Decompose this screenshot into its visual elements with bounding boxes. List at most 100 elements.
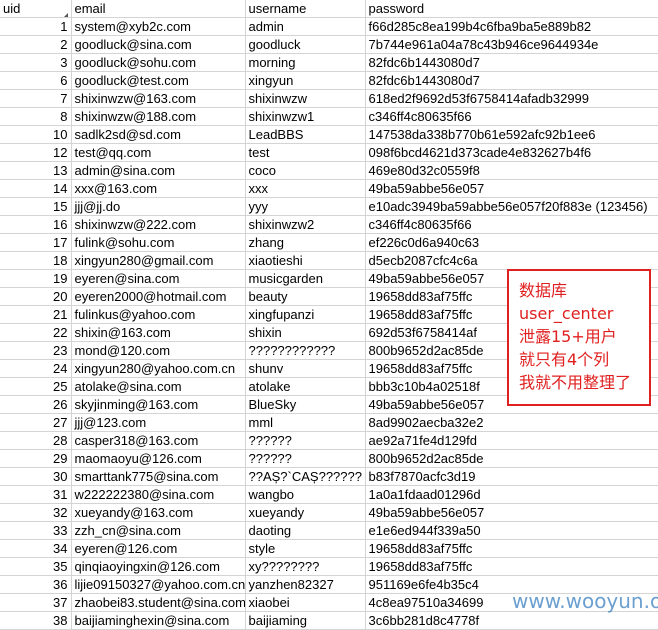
cell-email[interactable]: qinqiaoyingxin@126.com [71, 557, 246, 576]
cell-username[interactable]: musicgarden [245, 269, 366, 288]
cell-username[interactable]: xxx [245, 179, 366, 198]
cell-username[interactable]: atolake [245, 377, 366, 396]
cell-username[interactable]: xiaotieshi [245, 251, 366, 270]
cell-uid[interactable]: 1 [0, 17, 72, 36]
cell-username[interactable]: test [245, 143, 366, 162]
cell-username[interactable]: ??AȘ?`CAȘ?????? [245, 467, 366, 486]
cell-username[interactable]: goodluck [245, 35, 366, 54]
header-uid[interactable]: uid [0, 0, 72, 18]
cell-uid[interactable]: 35 [0, 557, 72, 576]
cell-password[interactable]: 19658dd83af75ffc [365, 557, 658, 576]
cell-email[interactable]: eyeren2000@hotmail.com [71, 287, 246, 306]
cell-password[interactable]: 098f6bcd4621d373cade4e832627b4f6 [365, 143, 658, 162]
cell-uid[interactable]: 32 [0, 503, 72, 522]
cell-username[interactable]: beauty [245, 287, 366, 306]
cell-uid[interactable]: 22 [0, 323, 72, 342]
cell-username[interactable]: shixinwzw2 [245, 215, 366, 234]
header-username[interactable]: username [245, 0, 366, 18]
cell-password[interactable]: e1e6ed944f339a50 [365, 521, 658, 540]
cell-username[interactable]: admin [245, 17, 366, 36]
cell-username[interactable]: xingfupanzi [245, 305, 366, 324]
cell-password[interactable]: b83f7870acfc3d19 [365, 467, 658, 486]
cell-password[interactable]: 800b9652d2ac85de [365, 449, 658, 468]
cell-uid[interactable]: 10 [0, 125, 72, 144]
cell-uid[interactable]: 23 [0, 341, 72, 360]
cell-username[interactable]: wangbo [245, 485, 366, 504]
cell-email[interactable]: eyeren@sina.com [71, 269, 246, 288]
cell-password[interactable]: ef226c0d6a940c63 [365, 233, 658, 252]
cell-uid[interactable]: 29 [0, 449, 72, 468]
cell-email[interactable]: eyeren@126.com [71, 539, 246, 558]
cell-uid[interactable]: 6 [0, 71, 72, 90]
cell-email[interactable]: admin@sina.com [71, 161, 246, 180]
cell-uid[interactable]: 8 [0, 107, 72, 126]
cell-email[interactable]: shixin@163.com [71, 323, 246, 342]
cell-uid[interactable]: 17 [0, 233, 72, 252]
cell-email[interactable]: test@qq.com [71, 143, 246, 162]
cell-email[interactable]: xingyun280@gmail.com [71, 251, 246, 270]
cell-uid[interactable]: 3 [0, 53, 72, 72]
cell-password[interactable]: 49ba59abbe56e057 [365, 179, 658, 198]
cell-password[interactable]: d5ecb2087cfc4c6a [365, 251, 658, 270]
cell-username[interactable]: ?????? [245, 449, 366, 468]
cell-password[interactable]: 147538da338b770b61e592afc92b1ee6 [365, 125, 658, 144]
cell-email[interactable]: zhaobei83.student@sina.com [71, 593, 246, 612]
cell-password[interactable]: 3c6bb281d8c4778f [365, 611, 658, 630]
cell-username[interactable]: shixin [245, 323, 366, 342]
cell-password[interactable]: c346ff4c80635f66 [365, 215, 658, 234]
cell-uid[interactable]: 16 [0, 215, 72, 234]
cell-email[interactable]: jjj@123.com [71, 413, 246, 432]
cell-uid[interactable]: 12 [0, 143, 72, 162]
cell-email[interactable]: w222222380@sina.com [71, 485, 246, 504]
cell-username[interactable]: xiaobei [245, 593, 366, 612]
cell-email[interactable]: xingyun280@yahoo.com.cn [71, 359, 246, 378]
cell-email[interactable]: mond@120.com [71, 341, 246, 360]
cell-username[interactable]: morning [245, 53, 366, 72]
cell-email[interactable]: fulink@sohu.com [71, 233, 246, 252]
cell-email[interactable]: skyjinming@163.com [71, 395, 246, 414]
cell-password[interactable]: 7b744e961a04a78c43b946ce9644934e [365, 35, 658, 54]
cell-email[interactable]: xueyandy@163.com [71, 503, 246, 522]
cell-password[interactable]: c346ff4c80635f66 [365, 107, 658, 126]
cell-email[interactable]: casper318@163.com [71, 431, 246, 450]
cell-password[interactable]: 82fdc6b1443080d7 [365, 71, 658, 90]
cell-username[interactable]: xingyun [245, 71, 366, 90]
header-password[interactable]: password [365, 0, 658, 18]
cell-uid[interactable]: 7 [0, 89, 72, 108]
cell-email[interactable]: baijiaminghexin@sina.com [71, 611, 246, 630]
cell-email[interactable]: sadlk2sd@sd.com [71, 125, 246, 144]
cell-username[interactable]: zhang [245, 233, 366, 252]
cell-email[interactable]: goodluck@sina.com [71, 35, 246, 54]
cell-uid[interactable]: 19 [0, 269, 72, 288]
cell-email[interactable]: xxx@163.com [71, 179, 246, 198]
cell-uid[interactable]: 25 [0, 377, 72, 396]
cell-username[interactable]: xueyandy [245, 503, 366, 522]
cell-password[interactable]: e10adc3949ba59abbe56e057f20f883e (123456… [365, 197, 658, 216]
cell-uid[interactable]: 37 [0, 593, 72, 612]
cell-uid[interactable]: 20 [0, 287, 72, 306]
cell-email[interactable]: fulinkus@yahoo.com [71, 305, 246, 324]
cell-password[interactable]: 19658dd83af75ffc [365, 539, 658, 558]
cell-email[interactable]: smarttank775@sina.com [71, 467, 246, 486]
cell-uid[interactable]: 13 [0, 161, 72, 180]
cell-uid[interactable]: 21 [0, 305, 72, 324]
cell-uid[interactable]: 34 [0, 539, 72, 558]
cell-email[interactable]: atolake@sina.com [71, 377, 246, 396]
cell-password[interactable]: ae92a71fe4d129fd [365, 431, 658, 450]
cell-uid[interactable]: 38 [0, 611, 72, 630]
cell-password[interactable]: 618ed2f9692d53f6758414afadb32999 [365, 89, 658, 108]
cell-uid[interactable]: 24 [0, 359, 72, 378]
cell-email[interactable]: zzh_cn@sina.com [71, 521, 246, 540]
cell-username[interactable]: BlueSky [245, 395, 366, 414]
cell-email[interactable]: goodluck@test.com [71, 71, 246, 90]
cell-email[interactable]: system@xyb2c.com [71, 17, 246, 36]
cell-uid[interactable]: 15 [0, 197, 72, 216]
cell-uid[interactable]: 27 [0, 413, 72, 432]
cell-uid[interactable]: 26 [0, 395, 72, 414]
cell-username[interactable]: shixinwzw1 [245, 107, 366, 126]
cell-password[interactable]: 82fdc6b1443080d7 [365, 53, 658, 72]
header-email[interactable]: email [71, 0, 246, 18]
cell-email[interactable]: shixinwzw@188.com [71, 107, 246, 126]
cell-uid[interactable]: 31 [0, 485, 72, 504]
cell-uid[interactable]: 14 [0, 179, 72, 198]
